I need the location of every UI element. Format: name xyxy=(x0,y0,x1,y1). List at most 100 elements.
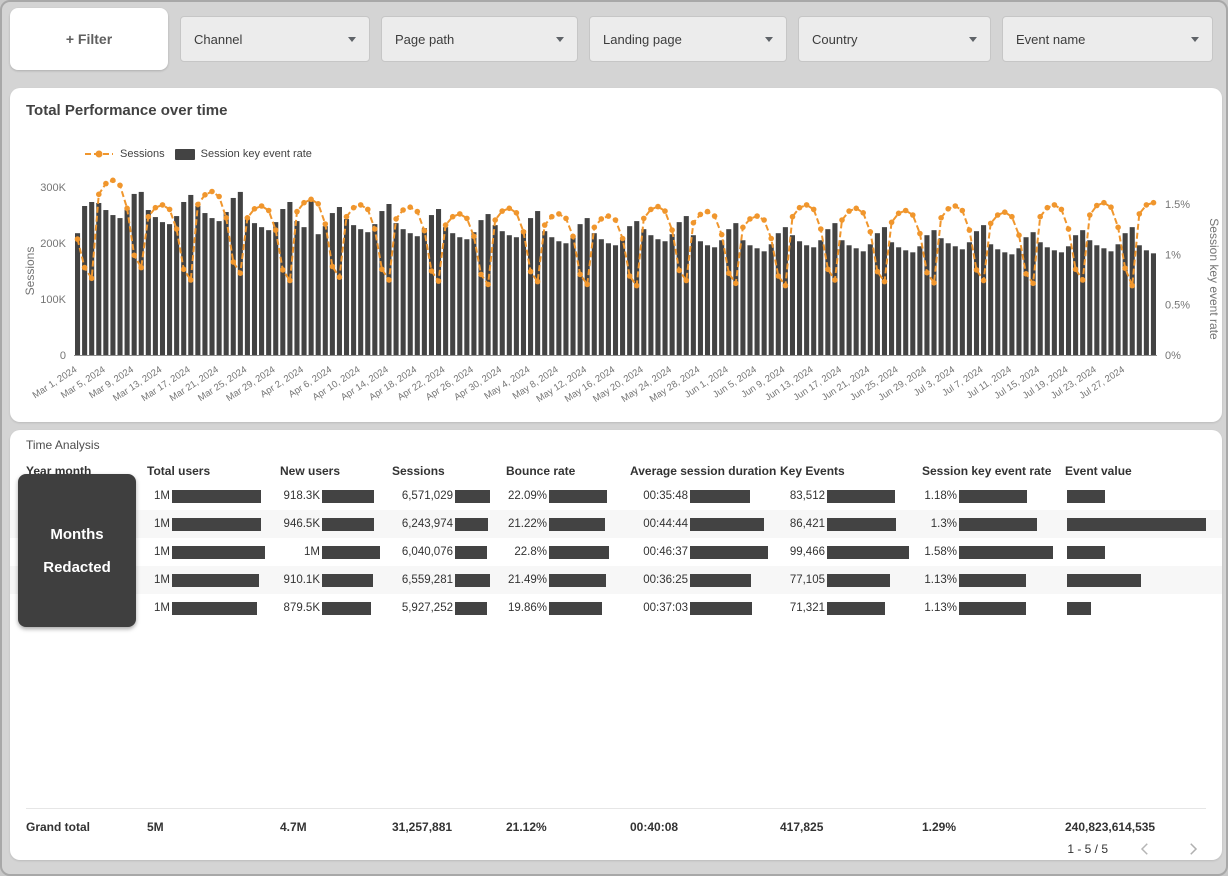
cell-bounce-rate: 22.8% xyxy=(506,538,630,566)
cell-value: 1.13% xyxy=(922,602,957,614)
chart-legend: Sessions Session key event rate xyxy=(84,148,312,160)
column-header-bounce-rate[interactable]: Bounce rate xyxy=(506,464,630,478)
data-bar xyxy=(690,546,768,559)
data-bar xyxy=(172,546,265,559)
table-row-5[interactable]: 1M 879.5K 5,927,252 19.86%00:37:03 71,321 1.1… xyxy=(10,594,1222,622)
table-row-3[interactable]: 1M1M6,040,07622.8%00:46:3799,4661.58% xyxy=(10,538,1222,566)
cell-value: 00:37:03 xyxy=(630,602,688,614)
y-left-axis-title: Sessions xyxy=(23,247,37,296)
y-left-tick: 100K xyxy=(40,294,66,306)
dropdown-caret-icon xyxy=(348,37,356,42)
filter-chip-page-path[interactable]: Page path xyxy=(381,16,578,62)
data-bar xyxy=(959,490,1027,503)
data-bar xyxy=(322,574,373,587)
grand-total-label: Grand total xyxy=(26,820,147,834)
grand-total-bounce-rate: 21.12% xyxy=(506,820,630,834)
legend-label: Sessions xyxy=(120,148,165,160)
data-bar xyxy=(455,602,487,615)
cell-value: 918.3K xyxy=(280,490,320,502)
filter-chip-label: Event name xyxy=(1016,32,1085,47)
cell-value: 1M xyxy=(147,602,170,614)
table-body: 1M918.3K6,571,02922.09%00:35:4883,5121.1… xyxy=(10,482,1222,622)
cell-value: 6,040,076 xyxy=(392,546,453,558)
column-header-event-value[interactable]: Event value xyxy=(1065,464,1206,478)
data-bar xyxy=(1067,518,1206,531)
filter-chip-channel[interactable]: Channel xyxy=(180,16,370,62)
filter-chip-landing-page[interactable]: Landing page xyxy=(589,16,787,62)
cell-event-value xyxy=(1065,538,1206,566)
cell-average-session-duration: 00:36:25 xyxy=(630,566,780,594)
grand-total-session-key-event-rate: 1.29% xyxy=(922,820,1065,834)
cell-event-value xyxy=(1065,482,1206,510)
legend-label: Session key event rate xyxy=(201,148,312,160)
table-row-1[interactable]: 1M918.3K6,571,02922.09%00:35:4883,5121.1… xyxy=(10,482,1222,510)
cell-sessions: 6,559,281 xyxy=(392,566,506,594)
cell-value: 910.1K xyxy=(280,574,320,586)
cell-value: 21.49% xyxy=(506,574,547,586)
add-filter-button[interactable]: + Filter xyxy=(10,8,168,70)
cell-event-value xyxy=(1065,510,1206,538)
column-header-sessions[interactable]: Sessions xyxy=(392,464,506,478)
table-title: Time Analysis xyxy=(26,438,100,452)
data-bar xyxy=(549,546,609,559)
data-bar xyxy=(827,574,890,587)
data-bar xyxy=(455,546,487,559)
filter-chip-list: Channel Page path Landing pageCountry Event… xyxy=(180,16,1216,62)
cell-total-users: 1M xyxy=(147,482,280,510)
cell-bounce-rate: 21.22% xyxy=(506,510,630,538)
y-right-tick: 1% xyxy=(1165,249,1181,261)
table-row-4[interactable]: 1M910.1K6,559,28121.49%00:36:2577,1051.1… xyxy=(10,566,1222,594)
filter-chip-country[interactable]: Country xyxy=(798,16,991,62)
y-left-tick: 300K xyxy=(40,182,66,194)
column-header-new-users[interactable]: New users xyxy=(280,464,392,478)
next-page-button[interactable] xyxy=(1182,838,1204,860)
data-bar xyxy=(322,546,380,559)
data-bar xyxy=(322,518,374,531)
data-bar xyxy=(172,602,257,615)
cell-key-events: 83,512 xyxy=(780,482,922,510)
column-header-key-events[interactable]: Key Events xyxy=(780,464,922,478)
cell-total-users: 1M xyxy=(147,538,280,566)
data-bar xyxy=(827,546,909,559)
page-range-label: 1 - 5 / 5 xyxy=(1067,842,1108,856)
grand-total-average-session-duration: 00:40:08 xyxy=(630,820,780,834)
cell-value: 1M xyxy=(280,546,320,558)
filter-chip-label: Page path xyxy=(395,32,454,47)
cell-new-users: 879.5K xyxy=(280,594,392,622)
data-bar xyxy=(959,546,1053,559)
cell-bounce-rate: 22.09% xyxy=(506,482,630,510)
data-bar xyxy=(172,518,261,531)
cell-value: 6,571,029 xyxy=(392,490,453,502)
cell-bounce-rate: 19.86% xyxy=(506,594,630,622)
cell-key-events: 86,421 xyxy=(780,510,922,538)
cell-value: 99,466 xyxy=(780,546,825,558)
data-bar xyxy=(690,574,751,587)
chart-title: Total Performance over time xyxy=(26,102,227,119)
column-header-average-session-duration[interactable]: Average session duration xyxy=(630,464,780,478)
data-bar xyxy=(549,518,605,531)
cell-value: 71,321 xyxy=(780,602,825,614)
cell-value: 879.5K xyxy=(280,602,320,614)
column-header-total-users[interactable]: Total users xyxy=(147,464,280,478)
data-bar xyxy=(1067,490,1105,503)
cell-key-events: 77,105 xyxy=(780,566,922,594)
cell-total-users: 1M xyxy=(147,566,280,594)
data-bar xyxy=(322,602,371,615)
dashboard-canvas: + Filter Channel Page path Landing pageCou… xyxy=(0,0,1228,876)
combo-chart[interactable]: 0100K200K300K0%0.5%1%1.5%Mar 1, 2024Mar … xyxy=(10,168,1222,420)
data-bar xyxy=(1067,574,1141,587)
dropdown-caret-icon xyxy=(556,37,564,42)
data-bar xyxy=(172,574,259,587)
y-right-axis-title: Session key event rate xyxy=(1207,218,1221,340)
chart-card: Total Performance over time SessionsSess… xyxy=(10,88,1222,422)
column-header-session-key-event-rate[interactable]: Session key event rate xyxy=(922,464,1065,478)
table-row-2[interactable]: 1M946.5K6,243,97421.22%00:44:4486,4211.3… xyxy=(10,510,1222,538)
cell-value: 86,421 xyxy=(780,518,825,530)
y-left-tick: 200K xyxy=(40,238,66,250)
cell-value: 5,927,252 xyxy=(392,602,453,614)
cell-value: 1M xyxy=(147,490,170,502)
data-bar xyxy=(959,518,1037,531)
prev-page-button[interactable] xyxy=(1134,838,1156,860)
filter-chip-event-name[interactable]: Event name xyxy=(1002,16,1213,62)
bar-series-swatch-icon xyxy=(175,149,195,160)
